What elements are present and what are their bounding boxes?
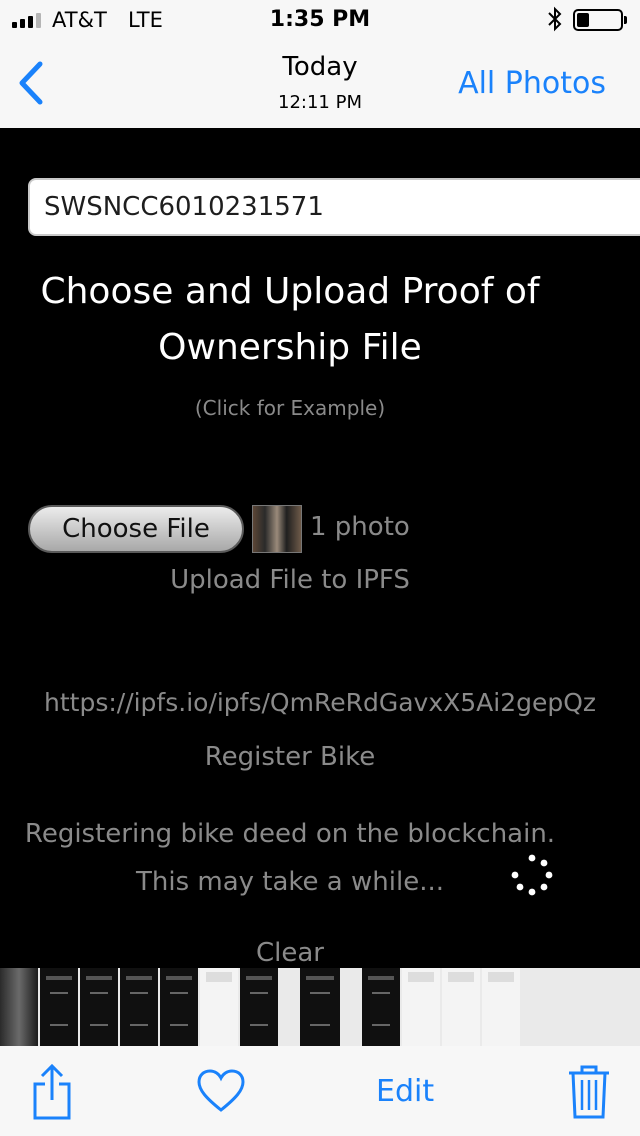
thumbnail[interactable] (402, 968, 440, 1046)
thumbnail[interactable] (240, 968, 278, 1046)
thumbnail-selected[interactable] (300, 968, 340, 1046)
thumbnail-strip[interactable] (0, 968, 640, 1046)
bottom-toolbar: Edit (0, 1046, 640, 1136)
thumbnail[interactable] (362, 968, 400, 1046)
photo-view[interactable]: SWSNCC6010231571 Choose and Upload Proof… (0, 128, 640, 968)
file-thumbnail (252, 505, 302, 553)
thumbnail[interactable] (442, 968, 480, 1046)
share-button[interactable] (28, 1062, 76, 1122)
nav-bar: Today 12:11 PM All Photos (0, 40, 640, 128)
thumbnail[interactable] (200, 968, 238, 1046)
share-icon (33, 1063, 71, 1120)
bluetooth-icon (547, 6, 563, 38)
loading-spinner-icon (510, 853, 554, 897)
thumbnail[interactable] (160, 968, 198, 1046)
edit-button[interactable]: Edit (376, 1074, 434, 1109)
ipfs-url[interactable]: https://ipfs.io/ipfs/QmReRdGavxX5Ai2gepQ… (44, 688, 596, 717)
upload-ipfs-link[interactable]: Upload File to IPFS (0, 565, 580, 595)
thumbnail[interactable] (40, 968, 78, 1046)
thumbnail[interactable] (120, 968, 158, 1046)
battery-icon (573, 9, 627, 31)
trash-icon (569, 1065, 609, 1119)
register-bike-link[interactable]: Register Bike (0, 742, 580, 772)
serial-number-field[interactable]: SWSNCC6010231571 (28, 178, 640, 236)
thumbnail[interactable] (482, 968, 520, 1046)
delete-button[interactable] (566, 1062, 612, 1120)
thumbnail[interactable] (80, 968, 118, 1046)
thumbnail[interactable] (0, 968, 38, 1046)
clear-link[interactable]: Clear (0, 938, 580, 968)
heart-icon (197, 1069, 245, 1112)
status-bar: AT&T LTE 1:35 PM (0, 0, 640, 40)
page-heading: Choose and Upload Proof of Ownership Fil… (40, 271, 540, 368)
like-button[interactable] (196, 1068, 246, 1114)
choose-file-button[interactable]: Choose File (28, 505, 244, 553)
example-link[interactable]: (Click for Example) (0, 396, 580, 420)
file-count: 1 photo (310, 512, 410, 542)
status-time: 1:35 PM (269, 7, 371, 32)
all-photos-button[interactable]: All Photos (458, 66, 606, 101)
status-message: Registering bike deed on the blockchain.… (24, 819, 556, 897)
